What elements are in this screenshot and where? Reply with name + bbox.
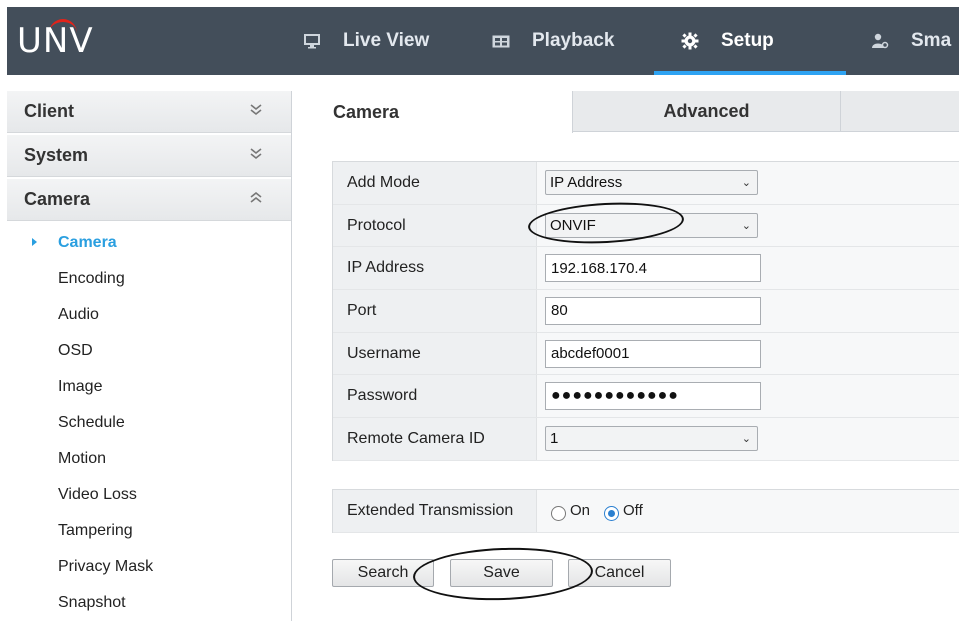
tab-bar: Camera Advanced [305,91,959,133]
extended-transmission-label: Extended Transmission [333,490,537,532]
sidebar-item-label: Audio [58,306,99,323]
username-input[interactable]: abcdef0001 [545,339,761,368]
nav-playback-label: Playback [532,30,615,51]
chevron-down-icon: ⌄ [741,177,751,190]
sidebar-item-audio[interactable]: Audio [7,297,291,333]
chevron-down-icon: ⌄ [741,433,751,446]
sidebar-item-label: OSD [58,342,93,359]
extended-off-radio[interactable]: Off [604,502,643,522]
username-label: Username [333,332,537,375]
extended-on-radio[interactable]: On [551,502,591,522]
active-nav-underline [654,71,846,75]
form-row-protocol: Protocol ONVIF ⌄ [333,204,959,248]
chevron-double-down-icon [249,148,263,163]
user-icon [871,32,889,50]
nav-setup-label: Setup [721,30,774,51]
sidebar-item-camera[interactable]: Camera [7,225,291,261]
nav-live-view[interactable]: Live View [303,7,429,75]
add-mode-select[interactable]: IP Address ⌄ [545,170,758,196]
tab-label: Camera [333,101,400,122]
sidebar-item-image[interactable]: Image [7,369,291,405]
port-input[interactable]: 80 [545,296,761,325]
nav-live-view-label: Live View [343,30,430,51]
chevron-down-icon: ⌄ [741,220,751,233]
radio-label: On [570,502,591,520]
sidebar-item-label: Camera [58,234,117,251]
ip-address-label: IP Address [333,247,537,290]
sidebar-item-motion[interactable]: Motion [7,441,291,477]
sidebar-item-label: Schedule [58,414,125,431]
sidebar-item-label: Video Loss [58,486,137,503]
tab-label: Advanced [663,101,750,121]
unv-logo: UNV [17,21,94,61]
main-content: Camera Advanced Add Mode IP Address ⌄ Pro… [305,91,959,621]
nav-smart[interactable]: Sma [871,7,951,75]
sidebar: Client System Camera Camera Encoding Aud… [7,91,292,621]
cancel-button[interactable]: Cancel [568,559,671,587]
sidebar-item-osd[interactable]: OSD [7,333,291,369]
radio-selected-icon [604,506,620,522]
nav-setup[interactable]: Setup [681,7,774,75]
sidebar-item-encoding[interactable]: Encoding [7,261,291,297]
sidebar-camera-list: Camera Encoding Audio OSD Image Schedule… [7,223,291,621]
sidebar-section-camera[interactable]: Camera [7,179,291,221]
radio-circle-icon [551,506,566,522]
protocol-label: Protocol [333,204,537,247]
sidebar-item-tampering[interactable]: Tampering [7,513,291,549]
sidebar-item-video-loss[interactable]: Video Loss [7,477,291,513]
ip-address-input[interactable]: 192.168.170.4 [545,254,761,283]
chevron-double-down-icon [249,104,263,119]
protocol-value: ONVIF [550,217,596,235]
sidebar-item-label: Tampering [58,522,133,539]
remote-camera-id-value: 1 [550,430,559,448]
sidebar-section-client[interactable]: Client [7,91,291,133]
chevron-double-up-icon [249,191,263,207]
sidebar-section-label: Camera [24,189,91,209]
camera-settings-form: Add Mode IP Address ⌄ Protocol ONVIF ⌄ IP … [332,161,959,461]
nav-smart-label: Sma [911,30,952,51]
form-row-password: Password ●●●●●●●●●●●● [333,375,959,419]
nav-playback[interactable]: Playback [492,7,614,75]
sidebar-section-label: System [24,145,89,165]
film-icon [492,32,510,50]
sidebar-item-label: Snapshot [58,594,126,611]
form-row-port: Port 80 [333,290,959,333]
add-mode-value: IP Address [550,174,623,192]
add-mode-label: Add Mode [333,162,537,204]
sidebar-item-snapshot[interactable]: Snapshot [7,585,291,621]
sidebar-item-label: Encoding [58,270,125,287]
form-row-ip-address: IP Address 192.168.170.4 [333,247,959,291]
sidebar-section-label: Client [24,101,75,121]
form-row-add-mode: Add Mode IP Address ⌄ [333,162,959,205]
remote-camera-id-label: Remote Camera ID [333,418,537,460]
monitor-icon [303,32,321,50]
save-button[interactable]: Save [450,559,553,587]
password-label: Password [333,375,537,418]
sidebar-item-label: Image [58,378,103,395]
gear-icon [681,32,699,50]
tab-advanced[interactable]: Advanced [573,91,841,132]
port-label: Port [333,290,537,332]
form-row-username: Username abcdef0001 [333,332,959,376]
arrow-right-icon [32,238,37,246]
sidebar-item-privacy-mask[interactable]: Privacy Mask [7,549,291,585]
extended-transmission-box: Extended Transmission On Off [332,489,959,533]
sidebar-item-label: Motion [58,450,107,467]
tab-camera[interactable]: Camera [305,91,573,133]
sidebar-item-schedule[interactable]: Schedule [7,405,291,441]
form-row-remote-camera-id: Remote Camera ID 1 ⌄ [333,418,959,461]
radio-label: Off [623,502,643,520]
form-row-extended-transmission: Extended Transmission On Off [333,490,959,533]
sidebar-item-label: Privacy Mask [58,558,154,575]
protocol-select[interactable]: ONVIF ⌄ [545,213,758,239]
remote-camera-id-select[interactable]: 1 ⌄ [545,426,758,452]
top-bar: UNV Live View Playback Setup Sma [7,7,959,75]
sidebar-section-system[interactable]: System [7,135,291,177]
password-input[interactable]: ●●●●●●●●●●●● [545,382,761,411]
search-button[interactable]: Search [332,559,434,587]
